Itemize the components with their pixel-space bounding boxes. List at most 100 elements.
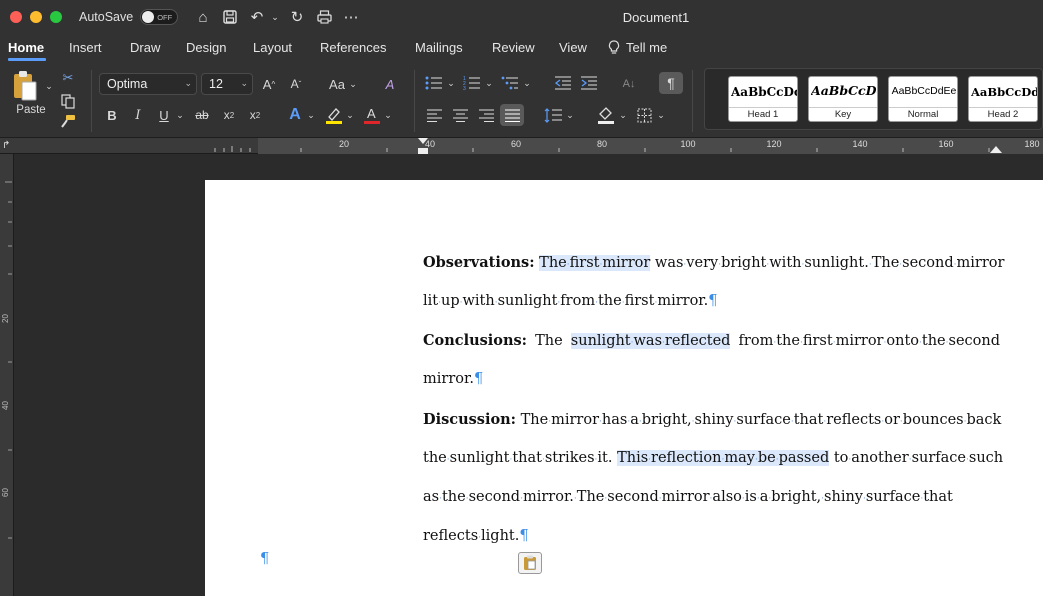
tab-mailings[interactable]: Mailings bbox=[415, 40, 463, 55]
close-window-button[interactable] bbox=[10, 11, 22, 23]
format-painter-icon[interactable] bbox=[59, 112, 77, 130]
font-color-icon[interactable]: A bbox=[362, 104, 382, 126]
borders-icon[interactable] bbox=[634, 106, 654, 124]
chevron-down-icon[interactable]: ⌄ bbox=[618, 108, 628, 122]
body-text: lit·up·with·sunlight·from·the·first·mirr… bbox=[423, 293, 709, 309]
paragraph-conclusions[interactable]: Conclusions: The sunlight·was·reflected … bbox=[423, 321, 1000, 399]
home-icon[interactable]: ⌂ bbox=[194, 8, 212, 26]
chevron-down-icon[interactable]: ⌄ bbox=[522, 76, 532, 90]
body-text: The bbox=[535, 333, 563, 349]
body-text: to·another·surface·such bbox=[833, 450, 1004, 466]
increase-indent-icon[interactable] bbox=[579, 74, 599, 92]
change-case-icon[interactable]: Aa bbox=[326, 75, 348, 93]
multilevel-list-icon[interactable] bbox=[500, 74, 520, 92]
empty-paragraph-mark-icon: ¶ bbox=[260, 551, 270, 567]
style-name: Head 2 bbox=[969, 107, 1037, 121]
shrink-font-icon[interactable]: Aˇ bbox=[286, 75, 306, 93]
text-line: Conclusions: The sunlight·was·reflected … bbox=[423, 321, 1000, 360]
chevron-down-icon[interactable]: ⌄ bbox=[383, 108, 393, 122]
justify-icon[interactable] bbox=[500, 104, 524, 126]
chevron-down-icon[interactable]: ⌄ bbox=[306, 108, 316, 122]
numbering-icon[interactable]: 123 bbox=[462, 74, 482, 92]
font-size-dropdown[interactable]: 12 ⌄ bbox=[201, 73, 253, 95]
chevron-down-icon[interactable]: ⌄ bbox=[175, 108, 185, 122]
align-left-icon[interactable] bbox=[424, 106, 444, 124]
clear-formatting-icon[interactable]: A bbox=[380, 75, 400, 93]
undo-icon[interactable]: ↶ bbox=[248, 8, 266, 26]
discussion-label: Discussion: bbox=[423, 411, 517, 428]
redo-icon[interactable]: ↻ bbox=[288, 8, 306, 26]
tab-tell-me[interactable]: Tell me bbox=[626, 40, 667, 55]
highlighted-text: The·first·mirror bbox=[539, 255, 651, 271]
paste-icon[interactable] bbox=[10, 68, 40, 104]
superscript-icon[interactable]: x2 bbox=[246, 106, 264, 124]
show-formatting-marks-button[interactable]: ¶ bbox=[659, 72, 683, 94]
horizontal-ruler[interactable]: ↱ 20 40 60 80 100 120 140 160 180 bbox=[0, 138, 1043, 154]
body-text: the·sunlight·that·strikes·it. bbox=[423, 450, 613, 466]
chevron-down-icon[interactable]: ⌄ bbox=[446, 76, 456, 90]
vertical-ruler[interactable]: 20 40 60 bbox=[0, 154, 14, 596]
print-icon[interactable] bbox=[315, 8, 333, 26]
ruler-mark: 20 bbox=[338, 139, 350, 149]
cut-icon[interactable]: ✂ bbox=[59, 69, 77, 87]
tab-references[interactable]: References bbox=[320, 40, 386, 55]
chevron-down-icon[interactable]: ⌄ bbox=[484, 76, 494, 90]
text-effects-icon[interactable]: A bbox=[285, 106, 305, 124]
tab-design[interactable]: Design bbox=[186, 40, 226, 55]
maximize-window-button[interactable] bbox=[50, 11, 62, 23]
shading-icon[interactable] bbox=[596, 104, 616, 126]
ruler-mark: 80 bbox=[596, 139, 608, 149]
document-page[interactable]: Observations: The·first·mirror was·very·… bbox=[205, 180, 1043, 596]
chevron-down-icon[interactable]: ⌄ bbox=[348, 77, 358, 91]
tab-layout[interactable]: Layout bbox=[253, 40, 292, 55]
text-line: Discussion: The·mirror·has·a·bright,·shi… bbox=[423, 400, 1001, 439]
style-normal[interactable]: AaBbCcDdEe Normal bbox=[888, 76, 958, 122]
bold-icon[interactable]: B bbox=[103, 106, 121, 124]
subscript-icon[interactable]: x2 bbox=[220, 106, 238, 124]
paragraph-observations[interactable]: Observations: The·first·mirror was·very·… bbox=[423, 243, 1004, 321]
bullets-icon[interactable] bbox=[424, 74, 444, 92]
save-icon[interactable] bbox=[221, 8, 239, 26]
more-options-icon[interactable]: ⋯ bbox=[342, 8, 360, 26]
copy-icon[interactable] bbox=[59, 92, 77, 110]
strikethrough-icon[interactable]: ab bbox=[193, 106, 211, 124]
svg-text:A: A bbox=[367, 106, 376, 121]
style-key[interactable]: AaBbCcDc Key bbox=[808, 76, 878, 122]
line-spacing-icon[interactable] bbox=[543, 106, 563, 124]
align-center-icon[interactable] bbox=[450, 106, 470, 124]
vertical-ruler-mark: 20 bbox=[0, 314, 10, 323]
italic-icon[interactable]: I bbox=[129, 106, 147, 124]
minimize-window-button[interactable] bbox=[30, 11, 42, 23]
window-controls bbox=[10, 11, 62, 23]
separator bbox=[414, 70, 415, 132]
autosave-toggle[interactable]: OFF bbox=[140, 9, 179, 25]
text-line: Observations: The·first·mirror was·very·… bbox=[423, 243, 1004, 282]
style-head-1[interactable]: AaBbCcDc Head 1 bbox=[728, 76, 798, 122]
style-name: Normal bbox=[889, 107, 957, 121]
chevron-down-icon[interactable]: ⌄ bbox=[656, 108, 666, 122]
paste-options-icon[interactable] bbox=[518, 552, 542, 574]
tab-view[interactable]: View bbox=[559, 40, 587, 55]
tab-insert[interactable]: Insert bbox=[69, 40, 102, 55]
sort-icon[interactable]: A↓ bbox=[619, 74, 639, 94]
text-line: reflects·light.¶ bbox=[423, 517, 1000, 556]
underline-icon[interactable]: U bbox=[155, 106, 173, 124]
font-name-dropdown[interactable]: Optima ⌄ bbox=[99, 73, 197, 95]
tab-home[interactable]: Home bbox=[8, 40, 44, 55]
tab-review[interactable]: Review bbox=[492, 40, 535, 55]
paragraph-discussion[interactable]: Discussion: The·mirror·has·a·bright,·shi… bbox=[423, 400, 1004, 556]
align-right-icon[interactable] bbox=[476, 106, 496, 124]
undo-dropdown-icon[interactable]: ⌄ bbox=[266, 8, 284, 26]
ruler-mark: 60 bbox=[510, 139, 522, 149]
tab-draw[interactable]: Draw bbox=[130, 40, 160, 55]
decrease-indent-icon[interactable] bbox=[553, 74, 573, 92]
style-head-2[interactable]: AaBbCcDdE Head 2 bbox=[968, 76, 1038, 122]
chevron-down-icon[interactable]: ⌄ bbox=[565, 108, 575, 122]
paste-label[interactable]: Paste bbox=[10, 104, 52, 116]
highlight-color-icon[interactable] bbox=[324, 104, 344, 126]
style-preview: AaBbCcDdEe bbox=[891, 85, 957, 97]
grow-font-icon[interactable]: A ^ bbox=[259, 75, 279, 93]
paste-dropdown-icon[interactable]: ⌄ bbox=[43, 80, 55, 92]
chevron-down-icon[interactable]: ⌄ bbox=[345, 108, 355, 122]
body-text: as·the·second·mirror.·The·second·mirror·… bbox=[423, 489, 953, 505]
